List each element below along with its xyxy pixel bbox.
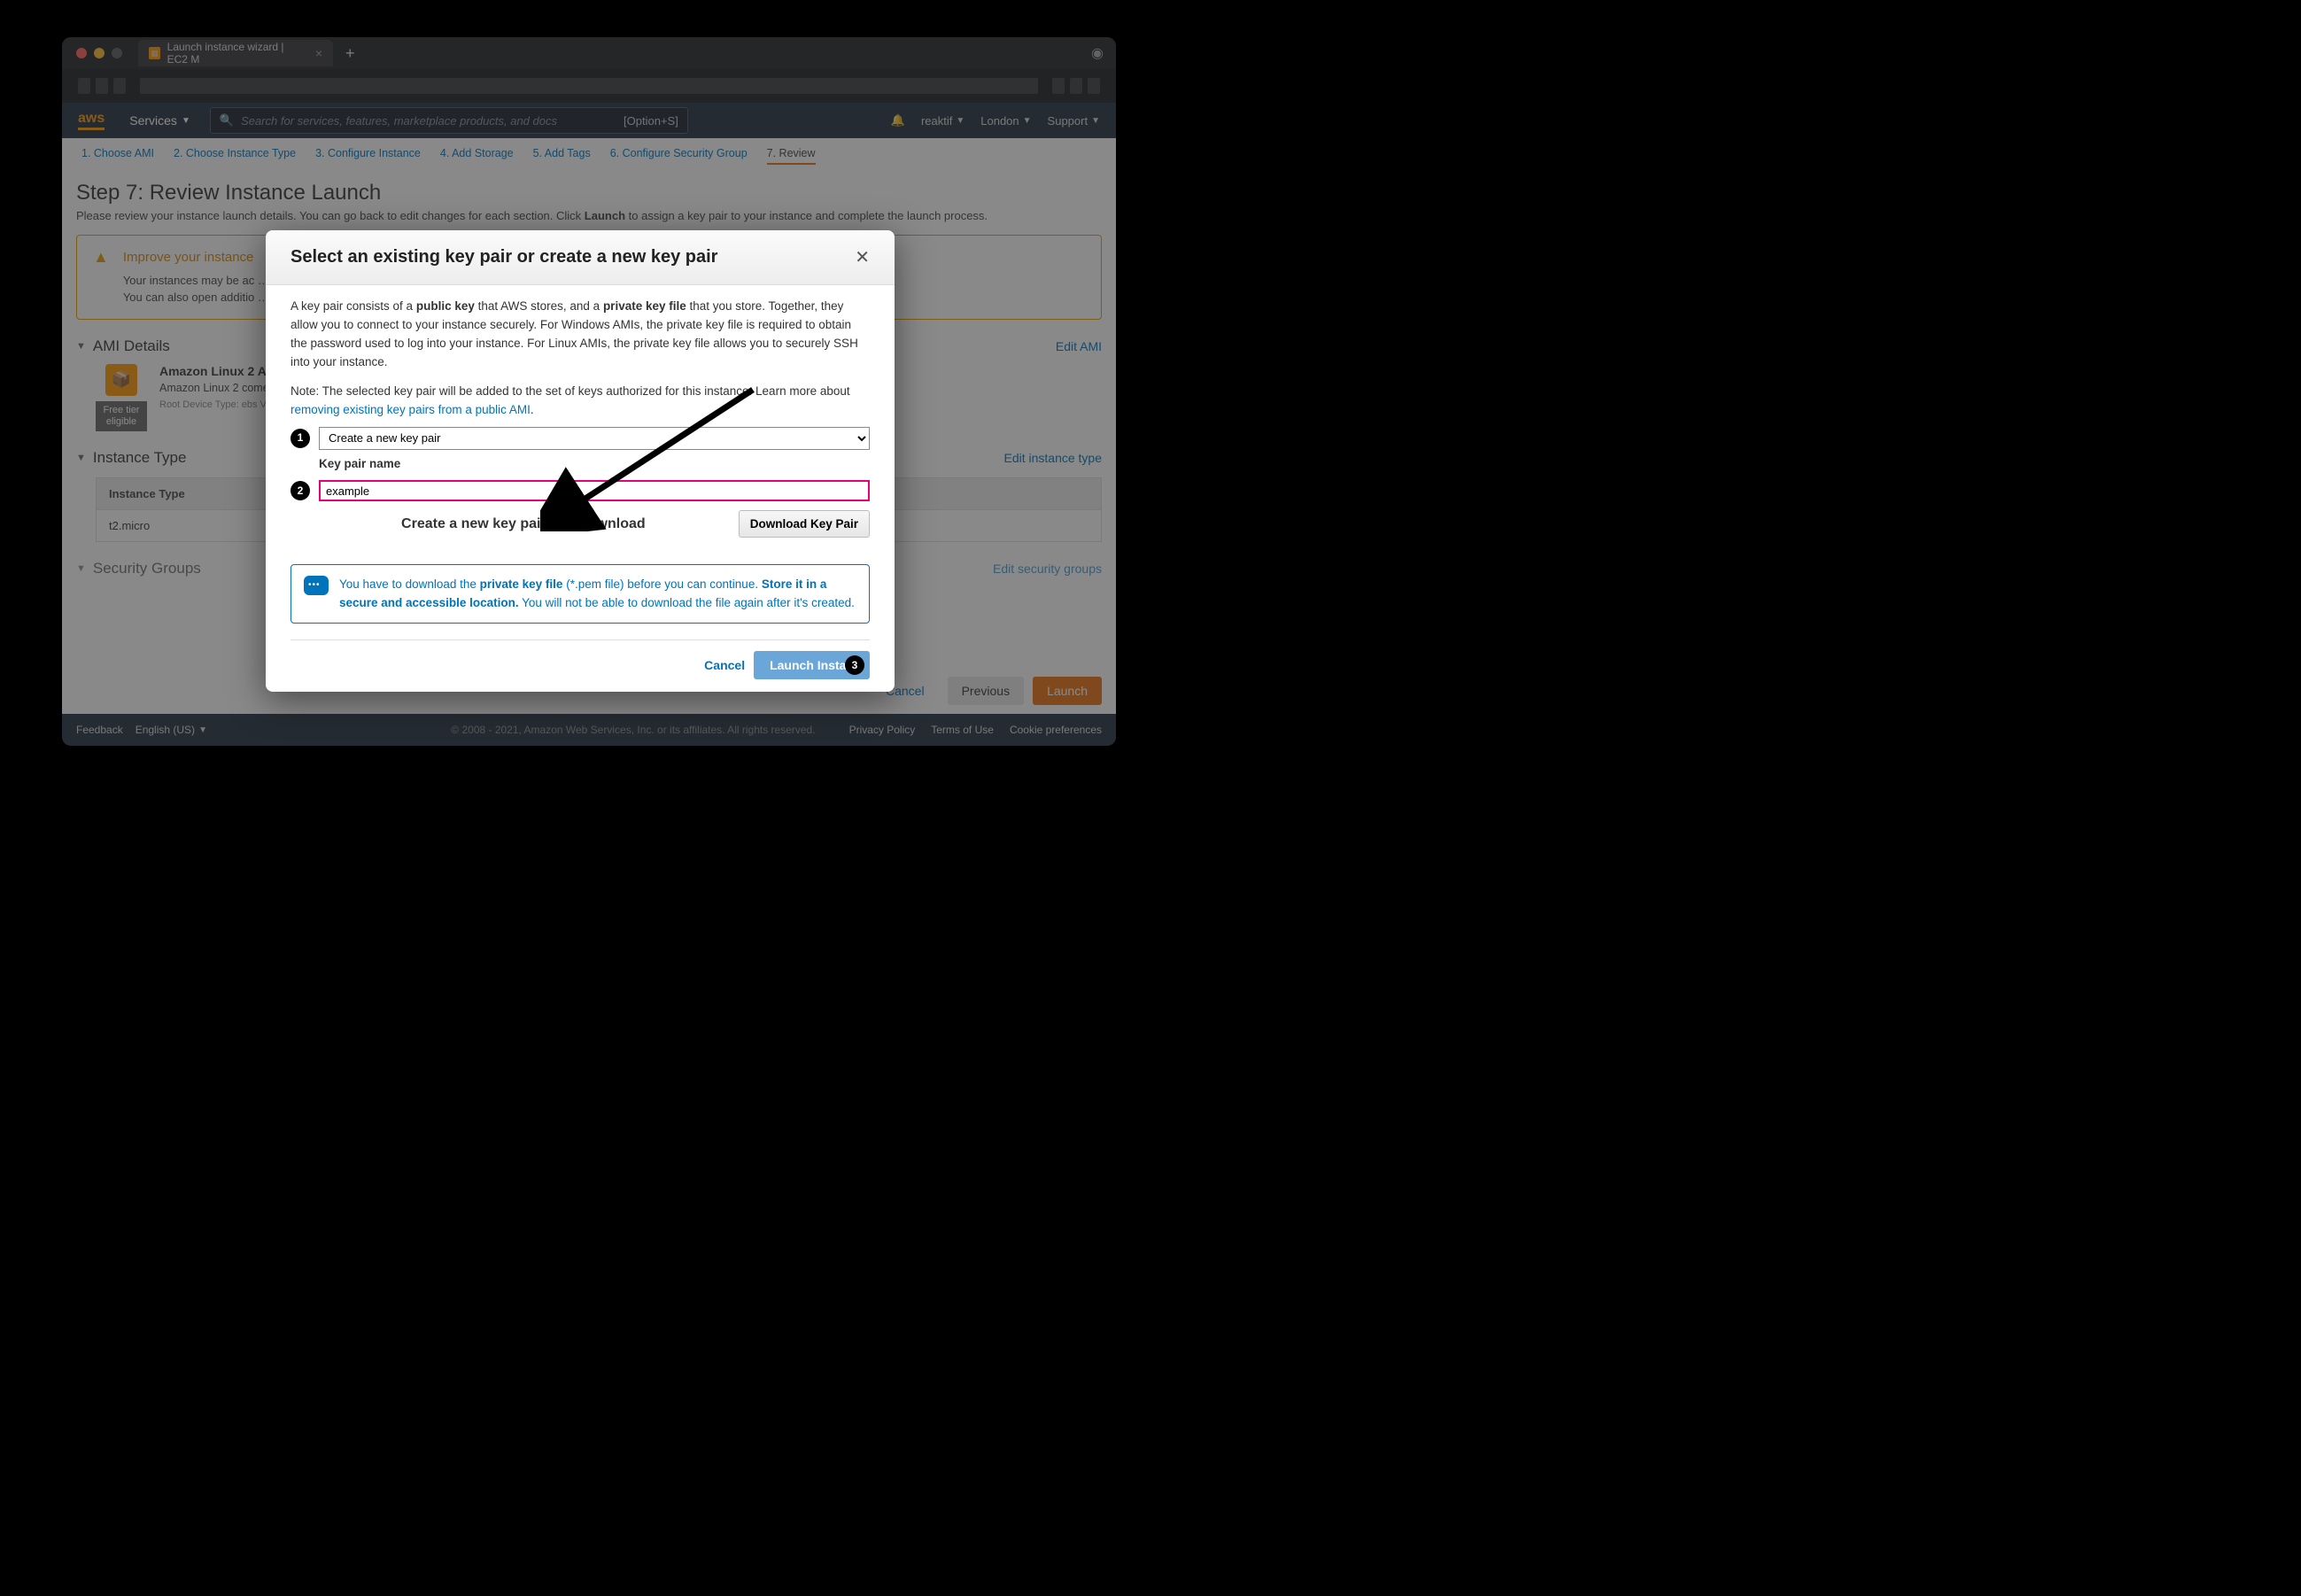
- modal-description: A key pair consists of a public key that…: [291, 298, 870, 372]
- remove-keypairs-link[interactable]: removing existing key pairs from a publi…: [291, 403, 531, 416]
- launch-instances-button[interactable]: Launch Instan 3: [754, 651, 870, 679]
- annotation-2-icon: 2: [291, 481, 310, 500]
- modal-note: Note: The selected key pair will be adde…: [291, 383, 870, 420]
- annotation-1-icon: 1: [291, 429, 310, 448]
- modal-body: A key pair consists of a public key that…: [266, 285, 895, 550]
- modal-actions: Cancel Launch Instan 3: [266, 640, 895, 679]
- download-row: Create a new key pair and download Downl…: [291, 510, 870, 538]
- download-heading: Create a new key pair and download: [319, 514, 728, 536]
- keypair-action-row: 1 Create a new key pair: [291, 427, 870, 450]
- info-icon: [304, 576, 329, 595]
- download-info-alert: You have to download the private key fil…: [291, 564, 870, 624]
- keypair-name-label: Key pair name: [319, 455, 870, 474]
- keypair-name-row: 2: [291, 480, 870, 501]
- download-keypair-button[interactable]: Download Key Pair: [739, 510, 870, 538]
- key-pair-modal: Select an existing key pair or create a …: [266, 230, 895, 692]
- modal-cancel-button[interactable]: Cancel: [704, 658, 745, 672]
- modal-title: Select an existing key pair or create a …: [291, 247, 717, 267]
- keypair-name-input[interactable]: [319, 480, 870, 501]
- modal-header: Select an existing key pair or create a …: [266, 230, 895, 285]
- annotation-3-icon: 3: [845, 655, 864, 675]
- keypair-action-select[interactable]: Create a new key pair: [319, 427, 870, 450]
- close-icon[interactable]: ✕: [855, 246, 870, 268]
